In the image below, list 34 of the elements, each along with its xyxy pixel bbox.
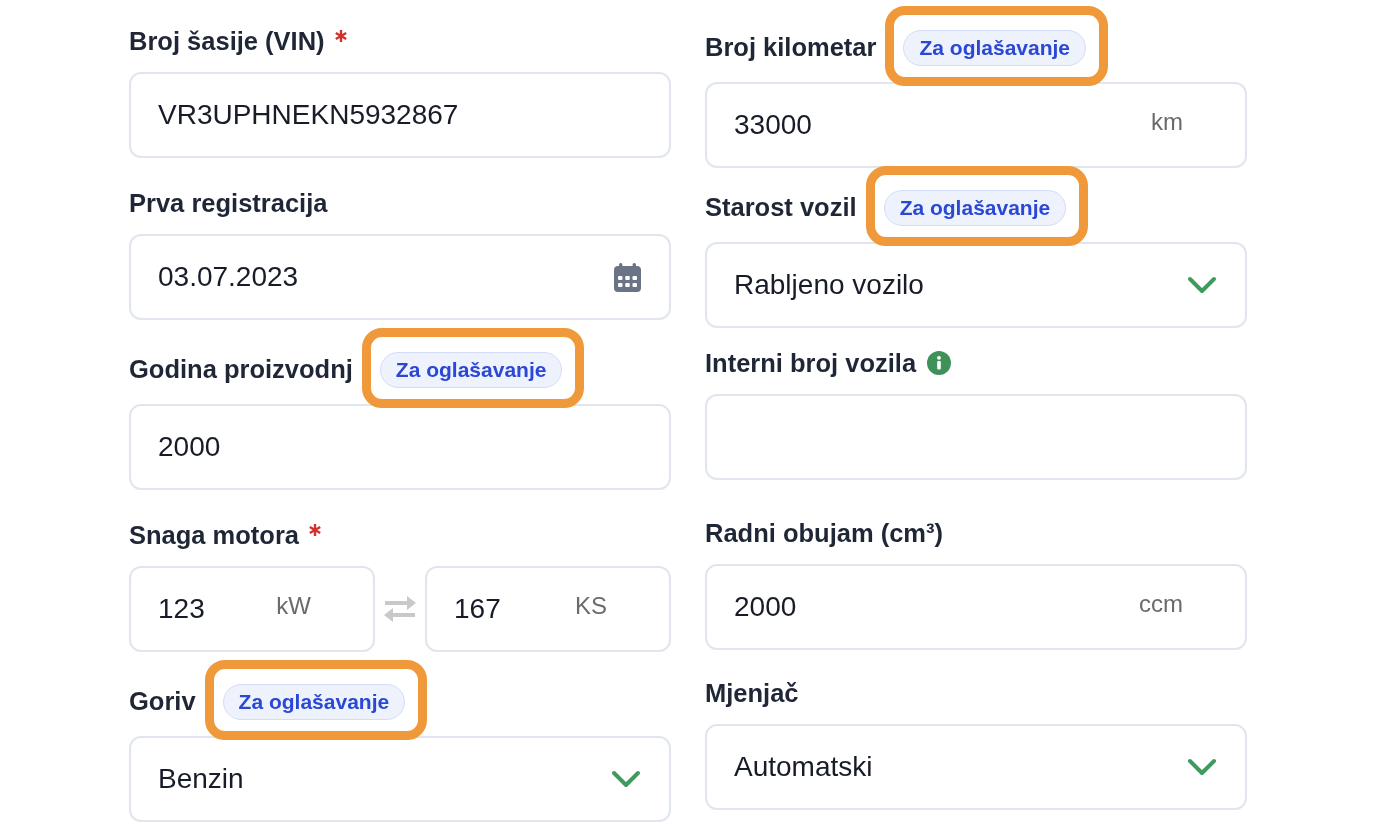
chevron-down-icon — [611, 770, 641, 788]
field-label: Radni obujam (cm³) — [705, 518, 943, 548]
chevron-down-icon — [1187, 758, 1217, 776]
info-icon[interactable] — [927, 351, 952, 375]
input-field[interactable]: VR3UPHNEKN5932867 — [129, 72, 671, 158]
input-field[interactable]: 167 KS — [425, 566, 671, 652]
unit-label: KS — [575, 592, 607, 620]
calendar-icon[interactable] — [614, 262, 641, 292]
field-label: Godina proizvodnj — [129, 354, 353, 384]
dropdown-field[interactable]: Automatski — [705, 724, 1247, 810]
chevron-down-icon — [1187, 276, 1217, 294]
input-field[interactable] — [705, 394, 1247, 480]
dropdown-field[interactable]: Rabljeno vozilo — [705, 242, 1247, 328]
input-field[interactable]: 2000 ccm — [705, 564, 1247, 650]
field-label: Interni broj vozila — [705, 348, 917, 378]
field-label: Snaga motora — [129, 520, 300, 550]
ad-tag: Za oglašavanje — [379, 352, 563, 388]
field-label: Starost vozil — [705, 192, 857, 222]
date-field[interactable]: 03.07.2023 — [129, 234, 671, 320]
input-field[interactable]: 123 kW — [129, 566, 375, 652]
field-label: Prva registracija — [129, 188, 328, 218]
field-label: Broj šasije (VIN) — [129, 26, 325, 56]
unit-label: kW — [276, 592, 311, 620]
ad-tag: Za oglašavanje — [883, 190, 1067, 226]
field-label: Goriv — [129, 686, 196, 716]
input-field[interactable]: 33000 km — [705, 82, 1247, 168]
ad-tag: Za oglašavanje — [903, 30, 1087, 66]
input-field[interactable]: 2000 — [129, 404, 671, 490]
field-label: Mjenjač — [705, 678, 799, 708]
field-label: Broj kilometar — [705, 32, 877, 62]
unit-label: km — [1151, 108, 1183, 136]
ad-tag: Za oglašavanje — [222, 684, 406, 720]
unit-label: ccm — [1139, 590, 1183, 618]
dropdown-field[interactable]: Benzin — [129, 736, 671, 822]
